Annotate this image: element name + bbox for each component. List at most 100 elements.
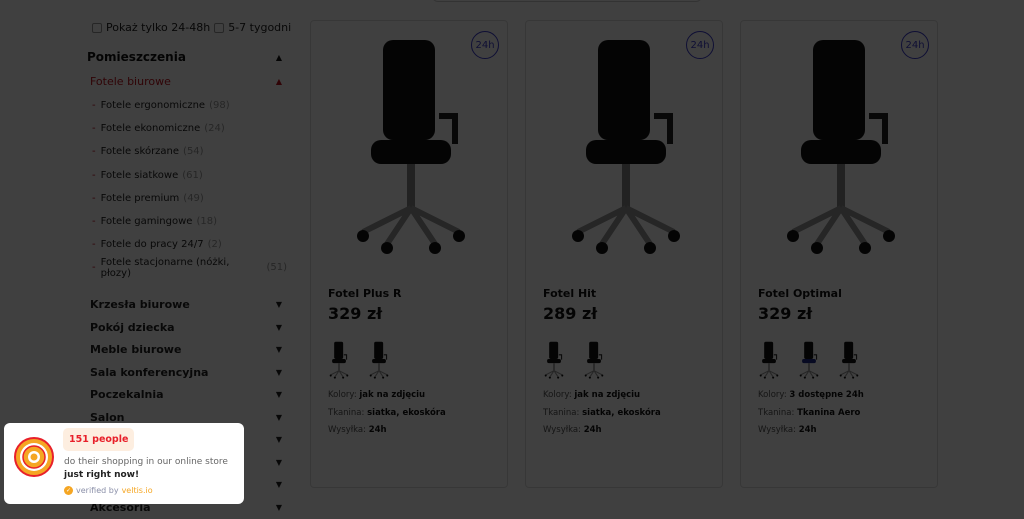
- active-category[interactable]: Fotele biurowe ▲: [87, 68, 287, 94]
- product-attributes: Kolory: 3 dostępne 24h Tkanina: Tkanina …: [758, 387, 864, 440]
- subcategory-item[interactable]: - Fotele siatkowe (61): [87, 164, 287, 187]
- color-variant-thumb[interactable]: [328, 341, 350, 383]
- category-item[interactable]: Pokój dziecka ▼: [87, 316, 287, 339]
- subcategory-label: Fotele stacjonarne (nóżki, płozy): [100, 256, 230, 279]
- color-variant-thumb[interactable]: [758, 341, 780, 383]
- chevron-down-icon: ▼: [275, 435, 282, 445]
- category-item[interactable]: Meble biurowe ▼: [87, 339, 287, 362]
- product-name[interactable]: Fotel Hit: [543, 287, 596, 300]
- filter-label: 5-7 tygodni: [228, 21, 292, 34]
- subcategory-item[interactable]: - Fotele gamingowe (18): [87, 210, 287, 233]
- subcategory-item[interactable]: - Fotele ergonomiczne (98): [87, 94, 287, 117]
- chevron-down-icon: ▼: [275, 300, 282, 310]
- delivery-filters: Pokaż tylko 24-48h 5-7 tygodni: [92, 21, 291, 34]
- delivery-badge: 24h: [471, 31, 499, 59]
- product-image[interactable]: [781, 36, 901, 256]
- attr-label: Tkanina:: [758, 407, 795, 418]
- social-proof-popup[interactable]: 151 people do their shopping in our onli…: [4, 423, 244, 504]
- popup-text: do their shopping in our online store: [64, 457, 228, 467]
- subcategory-count: (98): [209, 100, 230, 112]
- delivery-badge: 24h: [901, 31, 929, 59]
- dash-icon: -: [92, 169, 96, 181]
- subcategory-count: (24): [204, 123, 225, 135]
- sort-select[interactable]: [432, 0, 702, 2]
- product-card[interactable]: 24h Fotel Optimal 329 zł Kolory: 3 dostę…: [740, 20, 938, 488]
- check-icon: ✓: [64, 486, 73, 495]
- target-logo-icon: [14, 437, 54, 477]
- popup-bold-text: just right now!: [64, 470, 140, 480]
- subcategory-count: (61): [182, 169, 203, 181]
- category-label: Poczekalnia: [90, 388, 164, 402]
- product-price: 289 zł: [543, 304, 598, 323]
- subcategory-count: (2): [207, 239, 222, 251]
- color-variants: [328, 341, 390, 383]
- verified-line: ✓ verified by veltis.io: [64, 486, 153, 495]
- attr-label: Kolory:: [543, 390, 572, 400]
- subcategory-count: (54): [183, 146, 204, 158]
- dash-icon: -: [92, 216, 96, 228]
- attr-value: 24h: [368, 425, 387, 435]
- color-variants: [543, 341, 605, 383]
- category-label: Sala konferencyjna: [90, 365, 209, 379]
- product-card[interactable]: 24h Fotel Plus R 329 zł Kolory: jak na z…: [310, 20, 508, 488]
- attr-label: Tkanina:: [328, 407, 365, 418]
- section-title: Pomieszczenia: [87, 50, 186, 64]
- checkbox[interactable]: [214, 22, 225, 33]
- attr-value: jak na zdjęciu: [359, 390, 426, 400]
- chevron-down-icon: ▼: [275, 502, 282, 512]
- attr-value: jak na zdjęciu: [574, 390, 641, 400]
- category-item[interactable]: Sala konferencyjna ▼: [87, 361, 287, 384]
- filter-fast[interactable]: Pokaż tylko 24-48h: [92, 21, 210, 34]
- dash-icon: -: [92, 123, 96, 135]
- category-item[interactable]: Krzesła biurowe ▼: [87, 294, 287, 317]
- product-card[interactable]: 24h Fotel Hit 289 zł Kolory: jak na zdję…: [525, 20, 723, 488]
- product-image[interactable]: [351, 36, 471, 256]
- subcategory-count: (18): [196, 216, 217, 228]
- subcategory-label: Fotele gamingowe: [100, 216, 193, 228]
- subcategory-count: (51): [266, 262, 287, 274]
- attr-value: siatka, ekoskóra: [367, 407, 446, 418]
- product-attributes: Kolory: jak na zdjęciu Tkanina: siatka, …: [328, 387, 446, 440]
- verified-label: verified by: [76, 486, 119, 495]
- subcategory-item[interactable]: - Fotele ekonomiczne (24): [87, 117, 287, 140]
- subcategory-label: Fotele ergonomiczne: [100, 100, 206, 112]
- dash-icon: -: [92, 100, 96, 112]
- subcategory-item[interactable]: - Fotele premium (49): [87, 187, 287, 210]
- product-name[interactable]: Fotel Optimal: [758, 287, 842, 300]
- color-variant-thumb[interactable]: [368, 341, 390, 383]
- section-header[interactable]: Pomieszczenia ▲: [87, 46, 287, 68]
- filter-slow[interactable]: 5-7 tygodni: [214, 21, 291, 34]
- brand-link[interactable]: veltis.io: [122, 486, 153, 495]
- checkbox[interactable]: [92, 22, 102, 33]
- product-name[interactable]: Fotel Plus R: [328, 287, 401, 300]
- chevron-down-icon: ▼: [275, 390, 282, 400]
- color-variant-thumb[interactable]: [838, 341, 860, 383]
- subcategory-item[interactable]: - Fotele stacjonarne (nóżki, płozy) (51): [87, 256, 287, 279]
- attr-label: Kolory:: [328, 390, 357, 400]
- color-variant-thumb[interactable]: [798, 341, 820, 383]
- color-variant-thumb[interactable]: [543, 341, 565, 383]
- chevron-down-icon: ▼: [275, 367, 282, 377]
- product-price: 329 zł: [758, 304, 813, 323]
- attr-value: 24h: [798, 425, 817, 435]
- attr-label: Kolory:: [758, 390, 787, 400]
- delivery-badge: 24h: [686, 31, 714, 59]
- attr-label: Wysyłka:: [758, 425, 797, 435]
- chevron-down-icon: ▼: [275, 480, 282, 490]
- attr-value: siatka, ekoskóra: [582, 407, 661, 418]
- dash-icon: -: [92, 239, 96, 251]
- attr-value: 24h: [583, 425, 602, 435]
- people-count: 151 people: [63, 428, 135, 451]
- product-attributes: Kolory: jak na zdjęciu Tkanina: siatka, …: [543, 387, 661, 440]
- color-variant-thumb[interactable]: [583, 341, 605, 383]
- attr-value: Tkanina Aero: [797, 407, 861, 418]
- chevron-up-icon: ▲: [275, 76, 282, 86]
- category-label: Meble biurowe: [90, 343, 182, 357]
- category-item[interactable]: Poczekalnia ▼: [87, 384, 287, 407]
- subcategory-item[interactable]: - Fotele skórzane (54): [87, 140, 287, 163]
- product-image[interactable]: [566, 36, 686, 256]
- dash-icon: -: [92, 262, 96, 274]
- color-variants: [758, 341, 860, 383]
- chevron-down-icon: ▼: [275, 457, 282, 467]
- subcategory-item[interactable]: - Fotele do pracy 24/7 (2): [87, 233, 287, 256]
